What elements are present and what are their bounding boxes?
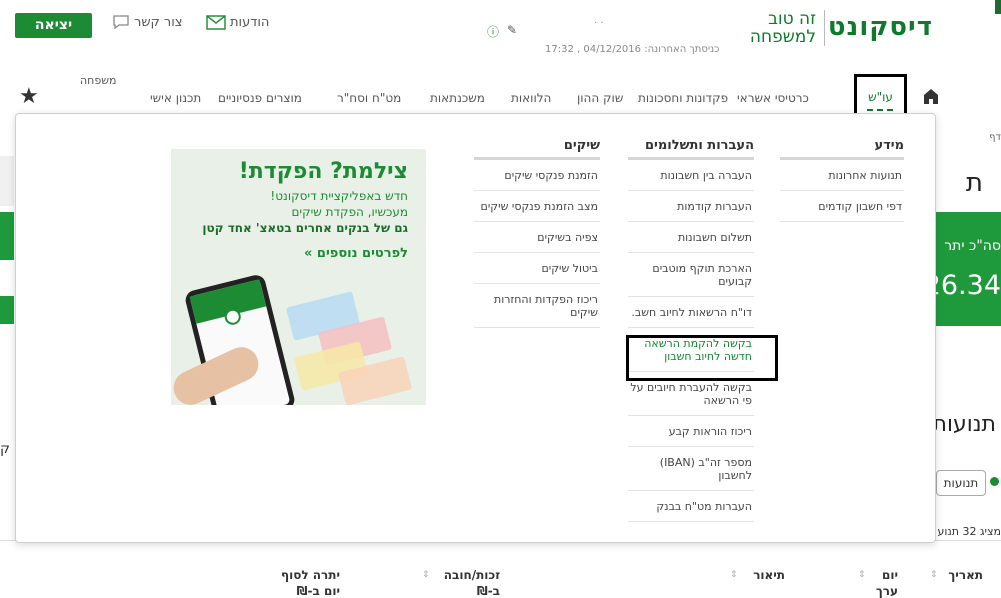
corner-accent: [995, 0, 1001, 14]
menu-item-cancel-cheques[interactable]: ביטול שיקים: [474, 253, 600, 284]
col-header-balance[interactable]: יתרה לסוף יום ב-₪: [280, 567, 340, 598]
transactions-radio[interactable]: [990, 477, 999, 486]
left-side-tab: [0, 156, 14, 206]
contact-link[interactable]: צור קשר: [112, 15, 183, 30]
breadcrumb: דף: [989, 132, 1001, 143]
header-dots: · ·: [594, 18, 604, 29]
envelope-icon: [206, 15, 226, 30]
col-header-date[interactable]: תאריך: [933, 567, 983, 583]
sort-icon[interactable]: ⇕: [422, 570, 430, 580]
nav-item-mortgages[interactable]: משכנתאות: [430, 91, 485, 105]
star-icon[interactable]: ★: [19, 84, 39, 109]
promo-title: צילמת? הפקדת!: [238, 159, 408, 184]
pencil-icon[interactable]: ✎: [507, 23, 517, 37]
sort-icon[interactable]: ⇕: [930, 570, 938, 580]
menu-item-order-chequebooks[interactable]: הזמנת פנקסי שיקים: [474, 160, 600, 191]
exit-button[interactable]: יציאה: [15, 13, 92, 38]
menu-column-info: מידע תנועות אחרונות דפי חשבון קודמים: [780, 138, 904, 222]
nav-item-forex[interactable]: מט"ח וסח"ר: [337, 91, 401, 105]
page-title: ת: [965, 168, 983, 198]
menu-item-chequebook-order-status[interactable]: מצב הזמנת פנקסי שיקים: [474, 191, 600, 222]
nav-item-pension[interactable]: מוצרים פנסיוניים: [218, 91, 302, 105]
nav-item-capital-market[interactable]: שוק ההון: [577, 91, 623, 105]
col-header-credit-debit[interactable]: זכות/חובה ב-₪: [440, 567, 500, 598]
nav-active-label: עו"ש: [868, 90, 893, 104]
balance-panel: [936, 212, 1001, 326]
sort-icon[interactable]: ⇕: [730, 570, 738, 580]
menu-item-previous-transfers[interactable]: העברות קודמות: [628, 191, 754, 222]
menu-column-cheques: שיקים הזמנת פנקסי שיקים מצב הזמנת פנקסי …: [474, 138, 600, 328]
promo-line: חדש באפליקציית דיסקונט!: [270, 189, 408, 203]
menu-column-title: שיקים: [474, 138, 600, 160]
home-icon[interactable]: [923, 88, 939, 105]
nav-family-label[interactable]: משפחה: [80, 74, 117, 87]
nav-item-credit-cards[interactable]: כרטיסי אשראי: [737, 91, 809, 105]
col-header-description[interactable]: תיאור: [745, 567, 785, 583]
promo-banner[interactable]: צילמת? הפקדת! חדש באפליקציית דיסקונט! מע…: [171, 149, 426, 405]
mega-menu: מידע תנועות אחרונות דפי חשבון קודמים העב…: [15, 113, 936, 543]
col-header-value-day[interactable]: יום ערך: [868, 567, 898, 598]
menu-item-authorization-report[interactable]: דו"ח הרשאות לחיוב חשב.: [628, 297, 754, 328]
transactions-filter-pill[interactable]: תנועות: [936, 470, 986, 496]
chat-icon: [113, 15, 129, 30]
bank-logo[interactable]: דיסקונט: [828, 12, 933, 42]
sort-icon[interactable]: ⇕: [858, 570, 866, 580]
menu-item-iban[interactable]: מספר זה"ב (IBAN) לחשבון: [628, 447, 754, 491]
messages-link-label: הודעות: [230, 15, 270, 30]
last-login-value: 04/12/2016 , 17:32: [545, 44, 642, 55]
left-green-strip: [0, 212, 14, 260]
messages-link[interactable]: הודעות: [206, 15, 269, 30]
left-fragment-text: ק: [0, 441, 10, 457]
balance-panel-label: סה"כ יתר: [944, 238, 1001, 254]
nav-item-loans[interactable]: הלוואות: [511, 91, 551, 105]
menu-item-recent-transactions[interactable]: תנועות אחרונות: [780, 160, 904, 191]
last-login: כניסתך האחרונה: 04/12/2016 , 17:32: [545, 44, 719, 55]
nav-item-personal-planning[interactable]: תכנון אישי: [150, 91, 201, 105]
menu-column-title: מידע: [780, 138, 904, 160]
promo-line: גם של בנקים אחרים בטאצ' אחד קטן: [202, 221, 408, 235]
menu-item-extend-beneficiaries[interactable]: הארכת תוקף מוטבים קבועים: [628, 253, 754, 297]
menu-item-standing-orders[interactable]: ריכוז הוראות קבע: [628, 416, 754, 447]
tagline-line2: למשפחה: [749, 27, 816, 47]
last-login-label: כניסתך האחרונה:: [644, 44, 720, 55]
transactions-heading: תנועות: [932, 412, 997, 437]
nav-active-underline: [867, 109, 893, 111]
menu-item-transfer-between-accounts[interactable]: העברה בין חשבונות: [628, 160, 754, 191]
menu-item-forex-transfers[interactable]: העברות מט"ח בבנק: [628, 491, 754, 522]
menu-item-previous-statements[interactable]: דפי חשבון קודמים: [780, 191, 904, 222]
menu-item-deposits-returns[interactable]: ריכוז הפקדות והחזרות שיקים: [474, 284, 600, 328]
tagline-line1: זה טוב: [768, 9, 816, 29]
menu-item-view-cheques[interactable]: צפיה בשיקים: [474, 222, 600, 253]
promo-line: מעכשיו, הפקדת שיקים: [291, 205, 408, 219]
menu-column-transfers: העברות ותשלומים העברה בין חשבונות העברות…: [628, 138, 754, 522]
nav-item-deposits[interactable]: פקדונות וחסכונות: [638, 91, 728, 105]
alert-icon[interactable]: ⓘ: [487, 23, 499, 40]
menu-item-bill-payment[interactable]: תשלום חשבונות: [628, 222, 754, 253]
contact-link-label: צור קשר: [134, 15, 183, 30]
promo-more-info-link[interactable]: לפרטים נוספים »: [304, 246, 408, 261]
bank-tagline: זה טוב למשפחה: [750, 10, 825, 46]
highlight-frame: [626, 335, 778, 381]
menu-column-title: העברות ותשלומים: [628, 138, 754, 160]
transactions-count: מציג 32 תנוע: [937, 525, 1001, 538]
left-green-strip-2: [0, 296, 14, 324]
